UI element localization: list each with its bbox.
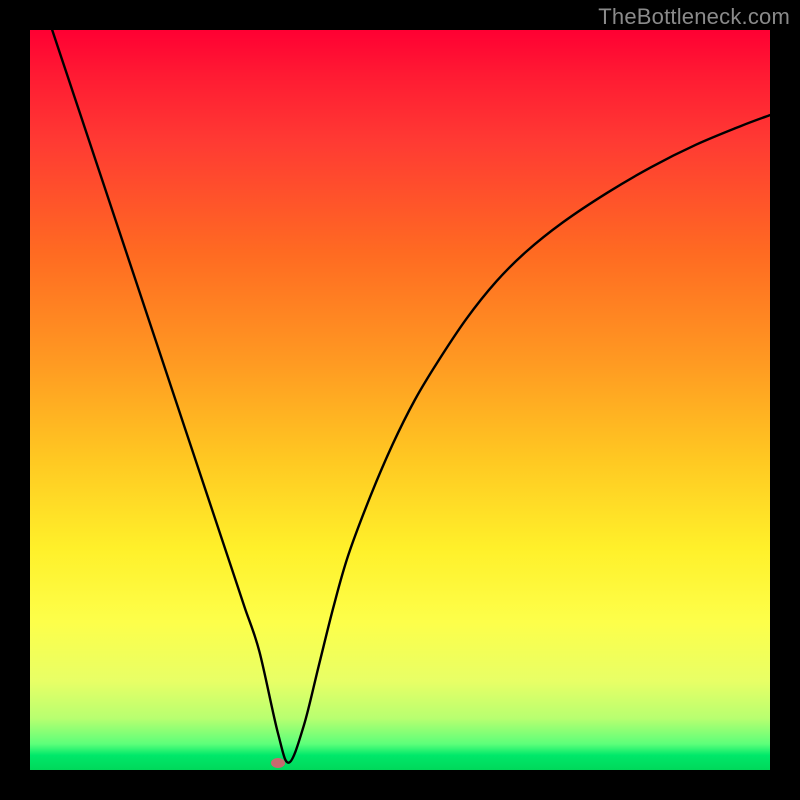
chart-curve-svg [30,30,770,770]
watermark-text: TheBottleneck.com [598,4,790,30]
chart-frame: TheBottleneck.com [0,0,800,800]
bottleneck-curve [52,30,770,763]
minimum-marker-dot [271,758,285,768]
chart-plot-area [30,30,770,770]
